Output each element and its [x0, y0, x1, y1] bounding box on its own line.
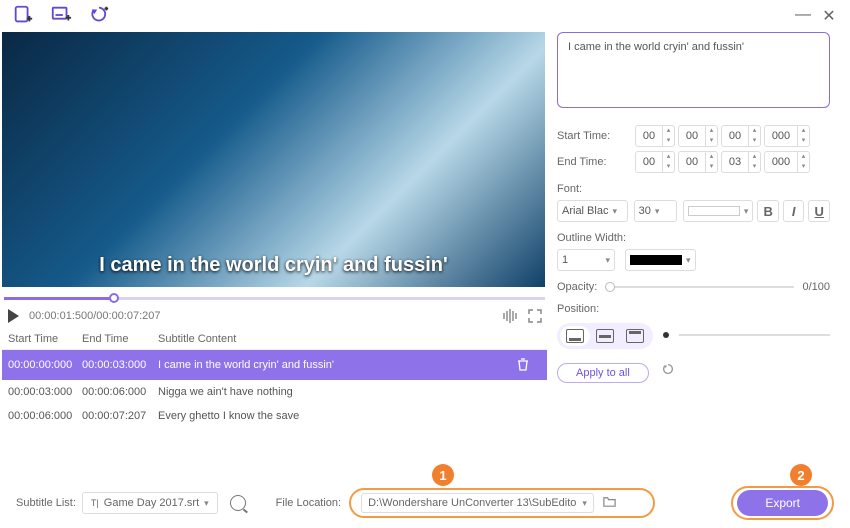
underline-button[interactable]: U	[808, 200, 830, 222]
video-seekbar[interactable]	[4, 294, 545, 302]
end-time-label: End Time:	[557, 156, 632, 168]
outline-color-select[interactable]: ▾	[625, 249, 696, 271]
search-icon[interactable]	[230, 495, 246, 511]
opacity-label: Opacity:	[557, 281, 597, 293]
font-label: Font:	[557, 183, 830, 195]
file-location-select[interactable]: D:\Wondershare UnConverter 13\SubEdito ▾	[361, 493, 594, 513]
end-ms[interactable]: 000▴▾	[764, 151, 810, 173]
opacity-slider[interactable]	[605, 286, 794, 288]
folder-icon[interactable]	[602, 494, 617, 512]
annotation-badge-1: 1	[432, 464, 454, 486]
export-button[interactable]: Export	[737, 490, 828, 516]
playback-time: 00:00:01:500/00:00:07:207	[29, 310, 161, 322]
apply-to-all-button[interactable]: Apply to all	[557, 363, 649, 383]
bold-button[interactable]: B	[757, 200, 779, 222]
position-bottom[interactable]	[560, 326, 590, 346]
end-ss[interactable]: 03▴▾	[721, 151, 761, 173]
play-button[interactable]	[8, 309, 19, 323]
position-slider[interactable]	[679, 334, 830, 336]
subtitle-file-select[interactable]: T| Game Day 2017.srt ▾	[82, 492, 218, 514]
position-top[interactable]	[620, 326, 650, 346]
outline-width-select[interactable]: 1▾	[557, 249, 615, 271]
table-row[interactable]: 00:00:00:000 00:00:03:000 I came in the …	[2, 350, 547, 380]
font-color-select[interactable]: ▾	[683, 200, 754, 222]
add-file-icon[interactable]	[12, 4, 36, 28]
fullscreen-icon[interactable]	[527, 308, 543, 324]
close-button[interactable]: ✕	[820, 6, 838, 26]
subtitle-text-input[interactable]	[557, 32, 830, 108]
start-ms[interactable]: 000▴▾	[764, 125, 810, 147]
delete-row-icon[interactable]	[515, 356, 533, 374]
start-ss[interactable]: 00▴▾	[721, 125, 761, 147]
position-label: Position:	[557, 303, 830, 315]
subtitle-overlay: I came in the world cryin' and fussin'	[2, 254, 545, 277]
file-location-callout: D:\Wondershare UnConverter 13\SubEdito ▾	[349, 488, 655, 518]
col-end-time: End Time	[82, 333, 158, 345]
end-mm[interactable]: 00▴▾	[678, 151, 718, 173]
col-start-time: Start Time	[8, 333, 82, 345]
outline-label: Outline Width:	[557, 232, 830, 244]
table-row[interactable]: 00:00:06:000 00:00:07:207 Every ghetto I…	[2, 404, 547, 428]
file-location-label: File Location:	[276, 497, 341, 509]
annotation-badge-2: 2	[790, 464, 812, 486]
waveform-icon[interactable]	[503, 309, 517, 323]
reset-icon[interactable]	[661, 363, 675, 380]
export-callout: Export	[731, 486, 834, 520]
col-subtitle-content: Subtitle Content	[158, 333, 541, 345]
minimize-button[interactable]: —	[794, 6, 812, 26]
table-row[interactable]: 00:00:03:000 00:00:06:000 Nigga we ain't…	[2, 380, 547, 404]
font-size-select[interactable]: 30▾	[634, 200, 677, 222]
position-preset-group	[557, 323, 653, 349]
sync-icon[interactable]	[88, 4, 112, 28]
subtitle-list-label: Subtitle List:	[16, 497, 76, 509]
opacity-value: 0/100	[802, 281, 830, 293]
start-time-label: Start Time:	[557, 130, 632, 142]
position-middle[interactable]	[590, 326, 620, 346]
start-mm[interactable]: 00▴▾	[678, 125, 718, 147]
video-preview[interactable]: I came in the world cryin' and fussin'	[2, 32, 545, 287]
italic-button[interactable]: I	[783, 200, 805, 222]
end-hh[interactable]: 00▴▾	[635, 151, 675, 173]
font-family-select[interactable]: Arial Blac▾	[557, 200, 628, 222]
add-subtitle-icon[interactable]	[50, 4, 74, 28]
subtitle-table-header: Start Time End Time Subtitle Content	[2, 329, 547, 350]
start-hh[interactable]: 00▴▾	[635, 125, 675, 147]
